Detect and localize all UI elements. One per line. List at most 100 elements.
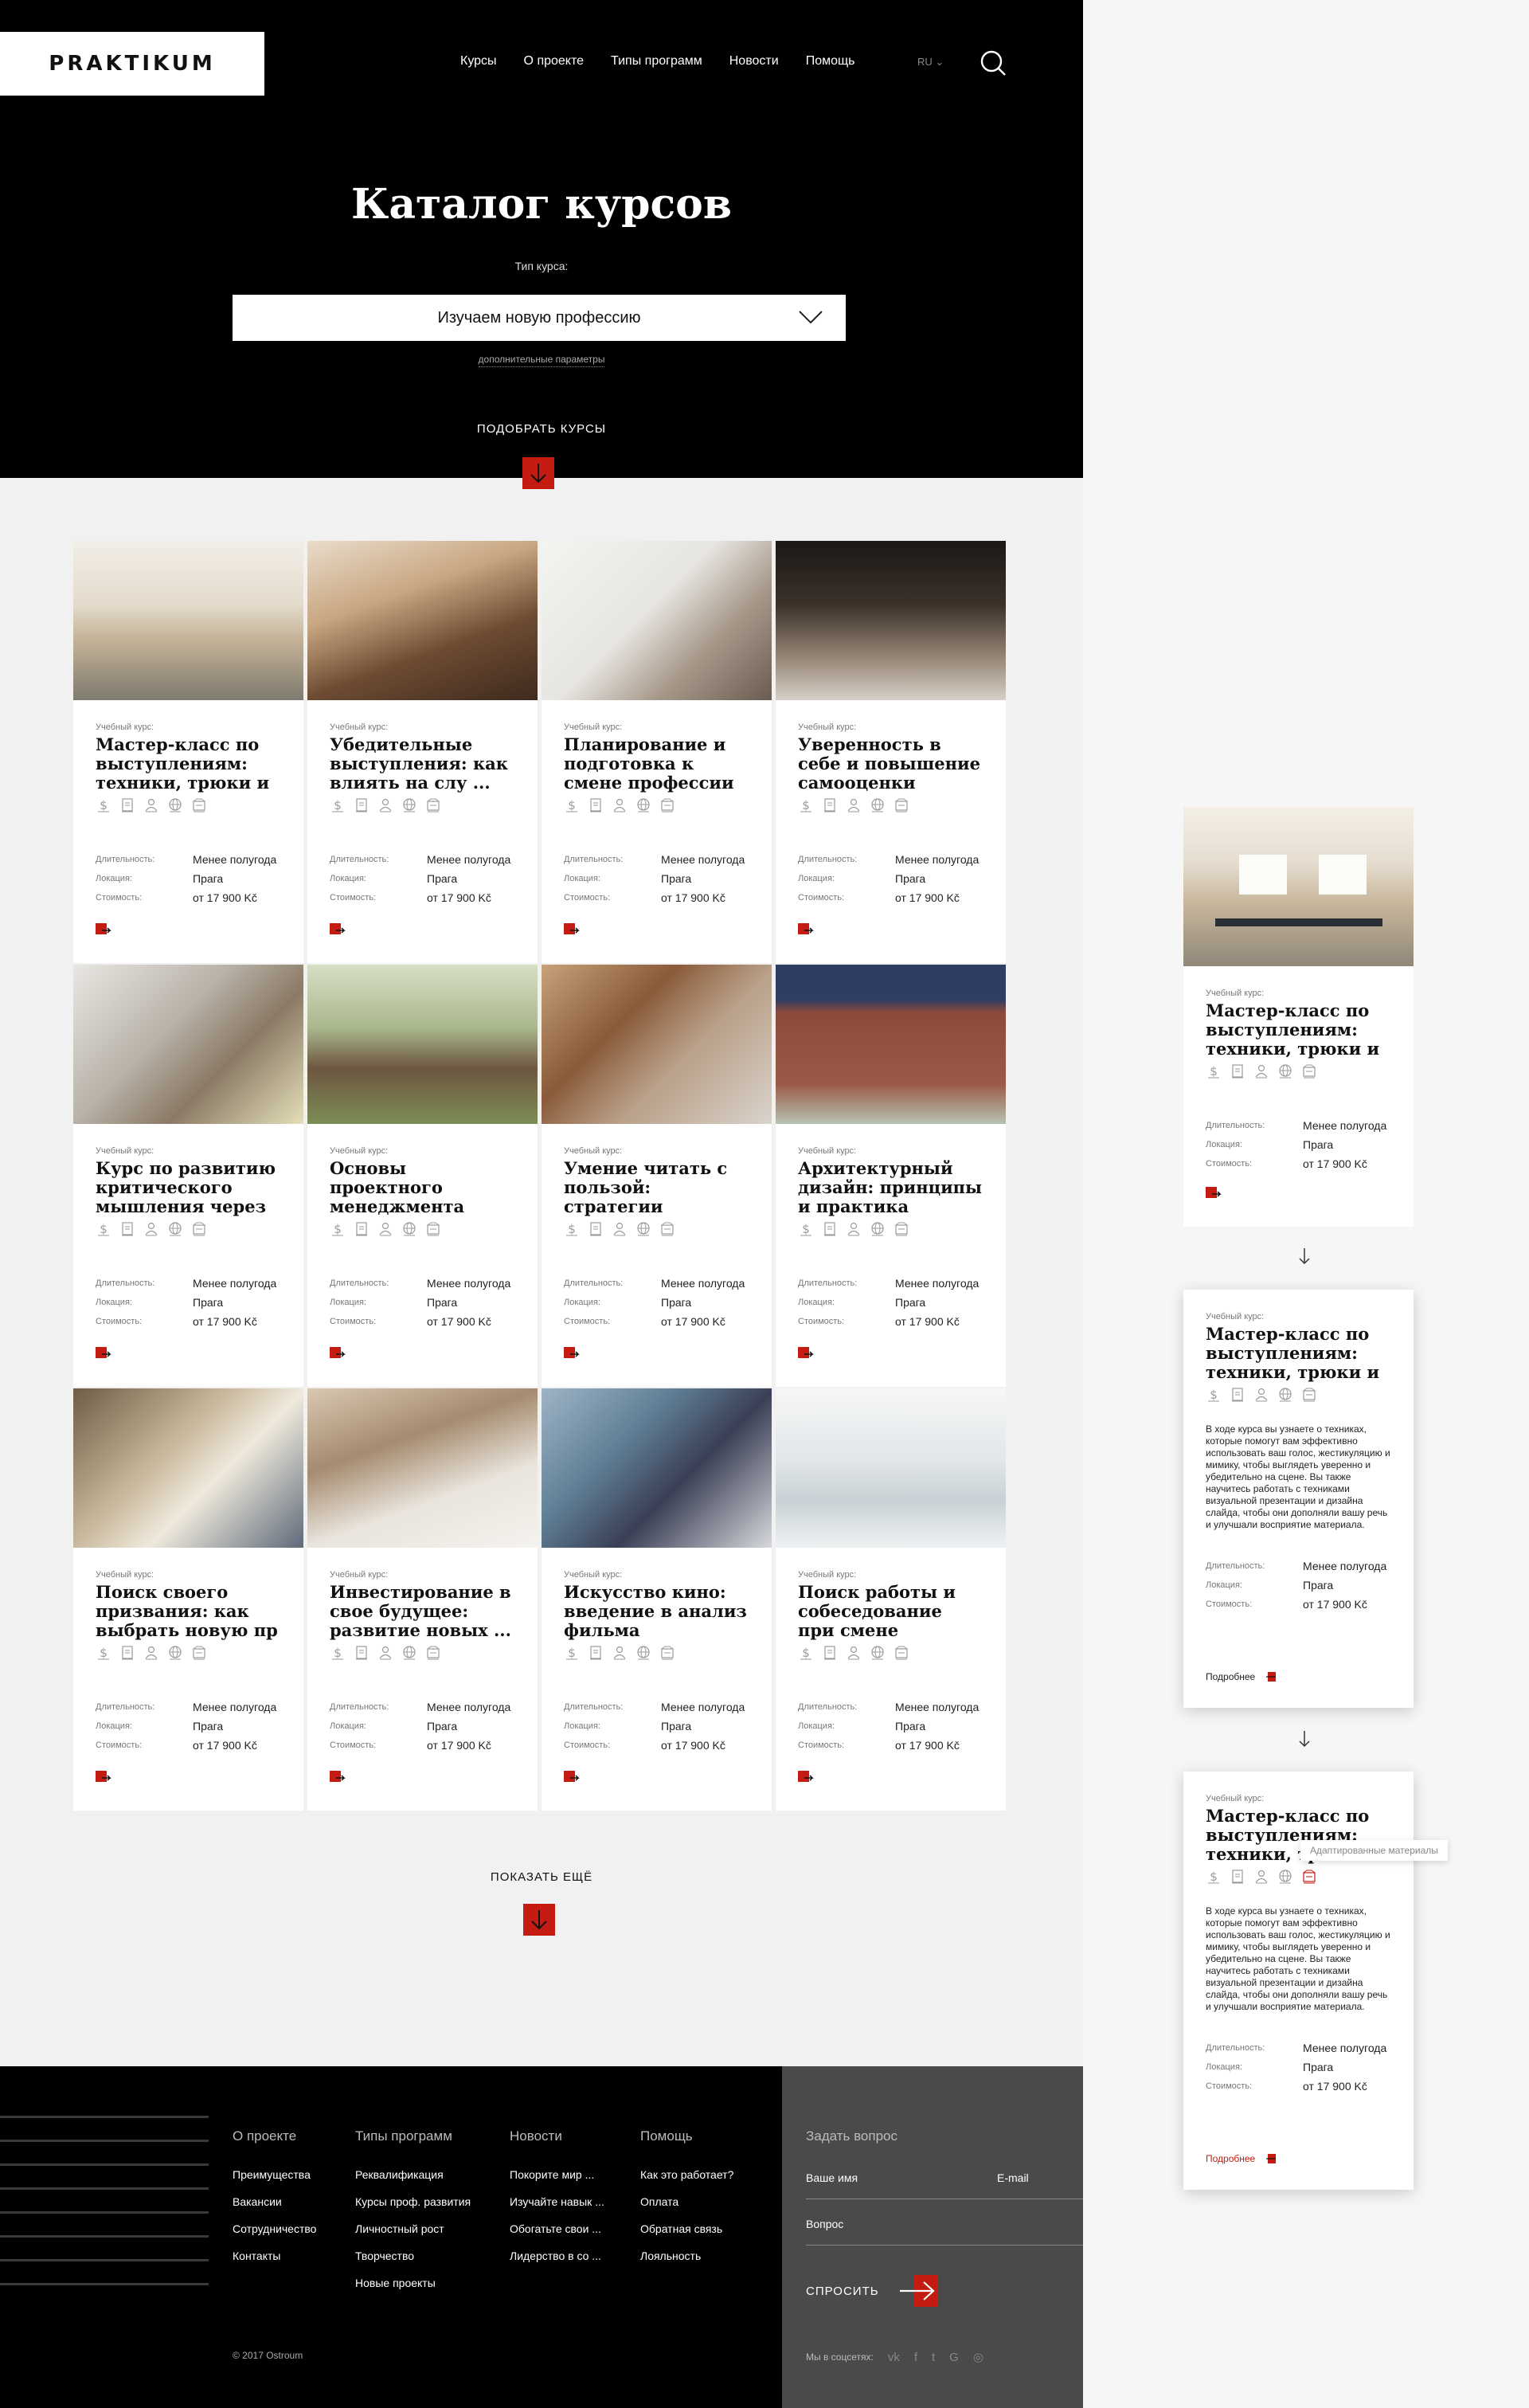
course-card[interactable]: Учебный курс: Архитектурный дизайн: прин… [776,965,1006,1387]
globe-icon[interactable] [167,1221,183,1237]
document-icon[interactable] [822,1645,838,1661]
ask-button[interactable]: СПРОСИТЬ [806,2275,938,2307]
course-image[interactable] [542,1388,772,1548]
pick-courses-button[interactable] [522,457,554,489]
go-arrow-icon[interactable] [96,1771,113,1785]
person-icon[interactable] [1253,1869,1269,1885]
materials-icon[interactable] [1301,1063,1317,1079]
document-icon[interactable] [588,1645,604,1661]
go-arrow-icon[interactable] [1206,1187,1223,1201]
globe-icon[interactable] [1277,1869,1293,1885]
course-image[interactable] [73,1388,303,1548]
card-state-tooltip[interactable]: Учебный курс: Мастер-класс по выступлени… [1183,1772,1414,2190]
course-card[interactable]: Учебный курс: Планирование и подготовка … [542,541,772,963]
globe-icon[interactable] [167,1645,183,1661]
document-icon[interactable] [1230,1063,1245,1079]
go-arrow-icon[interactable] [564,1347,581,1361]
dollar-icon[interactable]: $ [96,797,111,813]
globe-icon[interactable] [401,1221,417,1237]
materials-icon[interactable] [894,797,909,813]
dollar-icon[interactable]: $ [564,797,580,813]
go-arrow-icon[interactable] [798,923,815,938]
document-icon[interactable] [354,1645,370,1661]
globe-icon[interactable] [401,797,417,813]
search-icon[interactable] [980,49,1007,76]
course-image[interactable] [776,965,1006,1124]
course-image[interactable] [542,965,772,1124]
footer-link[interactable]: Творчество [355,2249,471,2262]
footer-link[interactable]: Изучайте навык ... [510,2195,604,2208]
materials-icon[interactable] [425,1645,441,1661]
materials-icon[interactable] [659,1221,675,1237]
document-icon[interactable] [1230,1869,1245,1885]
globe-icon[interactable] [870,1645,886,1661]
course-card[interactable]: Учебный курс: Уверенность в себе и повыш… [776,541,1006,963]
nav-courses[interactable]: Курсы [460,54,497,69]
course-image[interactable] [307,1388,538,1548]
course-card[interactable]: Учебный курс: Инвестирование в свое буду… [307,1388,538,1811]
materials-icon[interactable] [659,1645,675,1661]
course-card[interactable]: Учебный курс: Искусство кино: введение в… [542,1388,772,1811]
nav-help[interactable]: Помощь [806,54,855,69]
person-icon[interactable] [612,1645,628,1661]
course-title[interactable]: Планирование и подготовка к смене профес… [564,735,749,793]
course-image[interactable] [73,965,303,1124]
course-card[interactable]: Учебный курс: Мастер-класс по выступлени… [73,541,303,963]
course-card[interactable]: Учебный курс: Умение читать с пользой: с… [542,965,772,1387]
course-image[interactable] [73,541,303,700]
nav-program-types[interactable]: Типы программ [611,54,702,69]
course-card[interactable]: Учебный курс: Поиск работы и собеседован… [776,1388,1006,1811]
materials-icon[interactable] [191,1645,207,1661]
course-card[interactable]: Учебный курс: Курс по развитию критическ… [73,965,303,1387]
more-params-link[interactable]: дополнительные параметры [0,354,1083,367]
document-icon[interactable] [1230,1387,1245,1403]
question-field[interactable]: Вопрос [806,2218,1083,2246]
globe-icon[interactable] [1277,1063,1293,1079]
instagram-icon[interactable]: ◎ [973,2350,983,2364]
person-icon[interactable] [143,797,159,813]
dollar-icon[interactable]: $ [330,1221,346,1237]
person-icon[interactable] [377,797,393,813]
course-title[interactable]: Архитектурный дизайн: принципы и практик… [798,1159,983,1216]
course-title[interactable]: Поиск работы и собеседование при смене п… [798,1583,983,1640]
document-icon[interactable] [119,797,135,813]
dollar-icon[interactable]: $ [96,1645,111,1661]
dollar-icon[interactable]: $ [330,1645,346,1661]
go-arrow-icon[interactable] [564,923,581,938]
person-icon[interactable] [143,1221,159,1237]
materials-icon[interactable] [425,1221,441,1237]
course-card[interactable]: Учебный курс: Поиск своего призвания: ка… [73,1388,303,1811]
document-icon[interactable] [588,1221,604,1237]
go-arrow-icon[interactable] [96,923,113,938]
materials-icon[interactable] [1301,1869,1317,1885]
footer-link[interactable]: Покорите мир ... [510,2168,604,2181]
course-card[interactable]: Учебный курс: Убедительные выступления: … [307,541,538,963]
course-title[interactable]: Убедительные выступления: как влиять на … [330,735,515,793]
twitter-icon[interactable]: t [932,2351,935,2364]
person-icon[interactable] [1253,1063,1269,1079]
more-link[interactable]: Подробнее [1206,1671,1277,1682]
footer-link[interactable]: Как это работает? [640,2168,733,2181]
person-icon[interactable] [1253,1387,1269,1403]
go-arrow-icon[interactable] [798,1771,815,1785]
course-title[interactable]: Искусство кино: введение в анализ фильма [564,1583,749,1640]
show-more-button[interactable] [523,1904,555,1936]
document-icon[interactable] [354,1221,370,1237]
course-card[interactable]: Учебный курс: Основы проектного менеджме… [307,965,538,1387]
person-icon[interactable] [377,1221,393,1237]
course-image[interactable] [307,541,538,700]
dollar-icon[interactable]: $ [1206,1387,1222,1403]
person-icon[interactable] [143,1645,159,1661]
dollar-icon[interactable]: $ [1206,1869,1222,1885]
card-state-hover[interactable]: Учебный курс: Мастер-класс по выступлени… [1183,1290,1414,1708]
footer-link[interactable]: Лояльность [640,2249,733,2262]
globe-icon[interactable] [635,797,651,813]
materials-icon[interactable] [894,1221,909,1237]
materials-icon[interactable] [191,797,207,813]
document-icon[interactable] [119,1645,135,1661]
footer-link[interactable]: Оплата [640,2195,733,2208]
document-icon[interactable] [822,797,838,813]
course-image[interactable] [776,541,1006,700]
course-title[interactable]: Курс по развитию критического мышления ч… [96,1159,281,1216]
nav-about[interactable]: О проекте [524,54,584,69]
